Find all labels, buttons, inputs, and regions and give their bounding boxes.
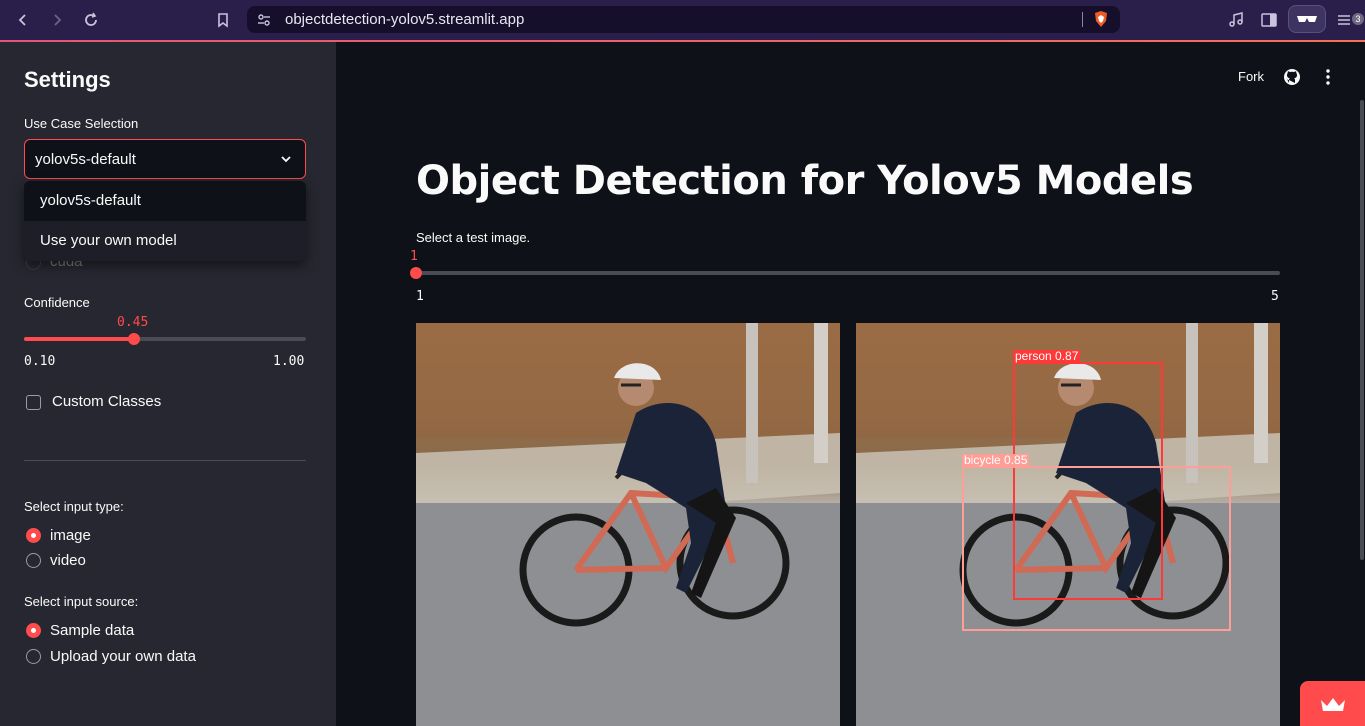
dropdown-option-default[interactable]: yolov5s-default	[24, 181, 306, 221]
test-image-value: 1	[410, 249, 418, 264]
sidebar: Settings Use Case Selection yolov5s-defa…	[0, 42, 336, 726]
sidebar-toggle-icon[interactable]	[1257, 8, 1281, 32]
bicycle-detection-label: bicycle 0.85	[962, 453, 1030, 467]
dropdown-option-own-model[interactable]: Use your own model	[24, 221, 306, 261]
crown-icon	[1320, 697, 1345, 711]
menu-icon[interactable]	[1332, 8, 1356, 32]
confidence-slider-fill	[24, 337, 134, 341]
input-source-option-upload: Upload your own data	[50, 648, 196, 665]
use-case-selected-value: yolov5s-default	[35, 151, 136, 168]
url-text: objectdetection-yolov5.streamlit.app	[285, 11, 525, 28]
fork-button[interactable]: Fork	[1238, 69, 1264, 84]
address-bar[interactable]: objectdetection-yolov5.streamlit.app 3	[247, 6, 1364, 33]
input-type-label: Select input type:	[24, 499, 124, 514]
custom-classes-checkbox[interactable]	[26, 395, 41, 410]
page-title: Object Detection for Yolov5 Models	[416, 158, 1194, 204]
input-type-radio-video[interactable]	[26, 553, 41, 568]
original-image	[416, 323, 840, 726]
test-image-label: Select a test image.	[416, 230, 531, 245]
confidence-min: 0.10	[24, 354, 56, 369]
input-type-radio-image[interactable]	[26, 528, 41, 543]
custom-classes-label: Custom Classes	[52, 393, 162, 410]
back-icon[interactable]	[11, 8, 35, 32]
use-case-select[interactable]: yolov5s-default	[24, 139, 306, 179]
test-image-slider-track[interactable]	[416, 271, 1280, 275]
confidence-value: 0.45	[117, 315, 149, 330]
github-icon[interactable]	[1283, 68, 1301, 86]
main-scrollbar[interactable]	[1360, 100, 1364, 560]
use-case-label: Use Case Selection	[24, 116, 139, 131]
sidebar-divider	[24, 460, 306, 461]
confidence-slider-thumb[interactable]	[128, 333, 140, 345]
person-detection-label: person 0.87	[1013, 349, 1081, 363]
test-image-min: 1	[416, 289, 424, 304]
chevron-down-icon	[281, 156, 291, 163]
brave-shield-icon[interactable]	[1093, 10, 1109, 28]
main-content: Fork Object Detection for Yolov5 Models …	[336, 42, 1365, 726]
reload-icon[interactable]	[79, 8, 103, 32]
url-divider	[1082, 12, 1083, 27]
input-source-radio-upload[interactable]	[26, 649, 41, 664]
input-source-radio-sample[interactable]	[26, 623, 41, 638]
sidebar-title: Settings	[24, 67, 111, 92]
input-source-label: Select input source:	[24, 594, 139, 609]
confidence-label: Confidence	[24, 295, 90, 310]
media-icon[interactable]	[1224, 8, 1248, 32]
more-options-icon[interactable]	[1320, 68, 1336, 86]
confidence-max: 1.00	[273, 354, 305, 369]
site-settings-icon[interactable]	[257, 13, 271, 27]
input-type-option-image: image	[50, 527, 91, 544]
input-type-option-video: video	[50, 552, 86, 569]
detection-result-image: person 0.87 bicycle 0.85	[856, 323, 1280, 726]
test-image-slider-thumb[interactable]	[410, 267, 422, 279]
browser-toolbar: objectdetection-yolov5.streamlit.app 3	[0, 0, 1365, 40]
private-mode-icon[interactable]	[1288, 5, 1326, 33]
bookmark-icon[interactable]	[211, 8, 235, 32]
streamlit-manage-app-button[interactable]	[1300, 681, 1365, 726]
input-source-option-sample: Sample data	[50, 622, 135, 639]
use-case-dropdown-menu: yolov5s-default Use your own model	[24, 181, 306, 261]
forward-icon[interactable]	[45, 8, 69, 32]
test-image-max: 5	[1271, 289, 1279, 304]
